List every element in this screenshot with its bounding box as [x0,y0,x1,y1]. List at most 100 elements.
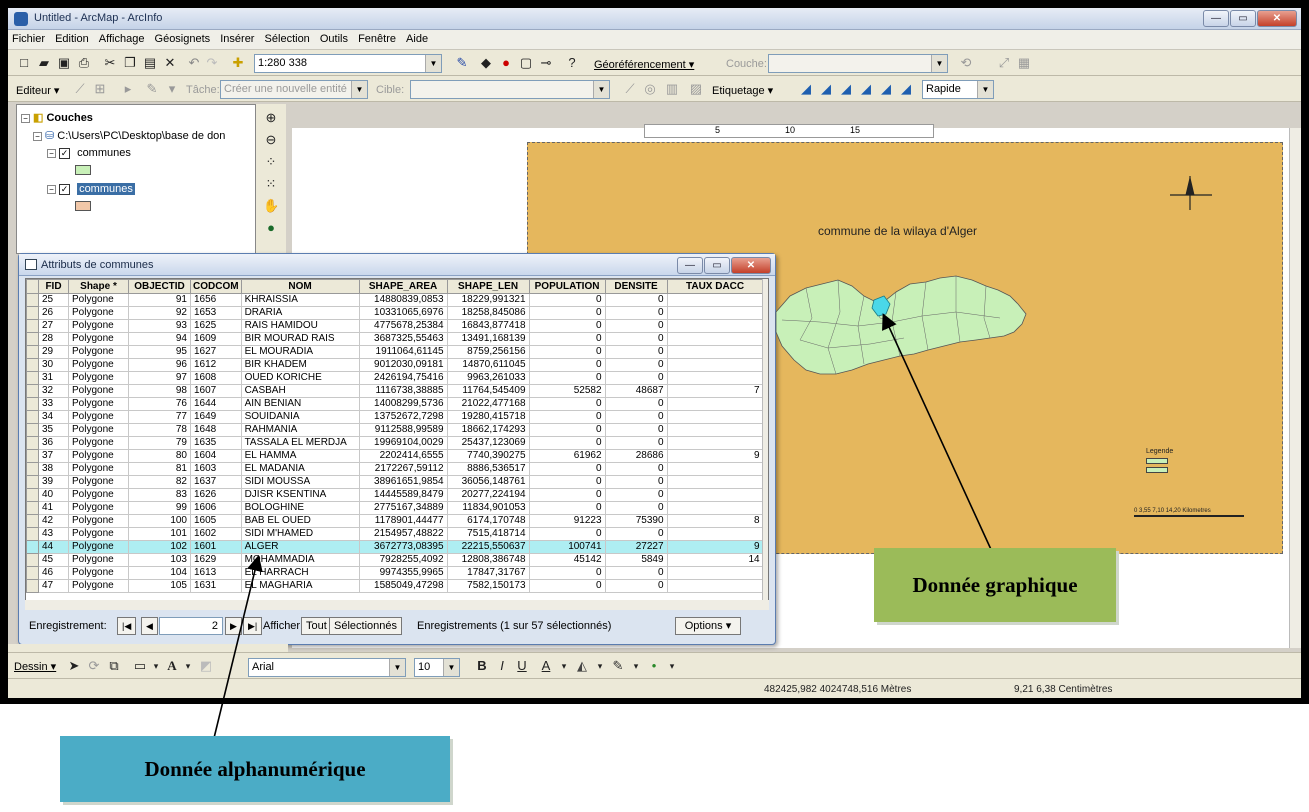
row-selector[interactable] [26,306,39,320]
table-cell[interactable]: 14 [666,553,764,567]
prev-record-button[interactable]: ◀ [141,617,158,635]
arc-toolbox-icon[interactable]: ◆ [478,55,494,71]
table-cell[interactable]: Polygone [68,345,129,359]
table-cell[interactable]: Polygone [68,449,129,463]
table-cell[interactable]: EL MADANIA [240,462,360,476]
table-cell[interactable]: 0 [604,462,668,476]
table-cell[interactable]: 18229,991321 [446,293,530,307]
table-cell[interactable]: 76 [128,397,191,411]
grid-horizontal-scrollbar[interactable] [25,600,769,610]
table-cell[interactable]: 31 [38,371,69,385]
bold-icon[interactable]: B [474,658,490,674]
table-cell[interactable]: 1648 [190,423,242,437]
table-cell[interactable]: 11834,901053 [446,501,530,515]
row-selector[interactable] [26,527,39,541]
paste-icon[interactable]: ▤ [142,55,158,71]
print-icon[interactable]: ⎙ [76,55,92,71]
table-cell[interactable]: KHRAISSIA [240,293,360,307]
close-button[interactable]: ✕ [731,257,771,274]
etiquetage-menu[interactable]: Etiquetage ▾ [712,84,773,97]
table-cell[interactable]: 39 [38,475,69,489]
table-row[interactable]: 37 Polygone 80 1604 EL HAMMA 2202414,6555 7740… [26,449,764,463]
table-cell[interactable]: 3687325,55463 [358,332,448,346]
table-cell[interactable]: 8759,256156 [446,345,530,359]
table-cell[interactable]: Polygone [68,358,129,372]
table-cell[interactable] [666,436,764,450]
column-header-10[interactable]: TAUX DACC [666,279,764,294]
catalog-icon[interactable]: ● [498,55,514,71]
edit-arrow-icon[interactable]: ▸ [120,81,136,97]
row-selector[interactable] [26,540,39,554]
table-cell[interactable]: 41 [38,501,69,515]
collapse-icon[interactable]: − [47,184,56,194]
chevron-down-icon[interactable]: ▾ [148,658,164,674]
zoom-in-icon[interactable]: ⊕ [263,110,279,126]
underline-icon[interactable]: U [514,658,530,674]
table-cell[interactable]: 1653 [190,306,242,320]
table-cell[interactable]: 1635 [190,436,242,450]
table-cell[interactable]: BOLOGHINE [240,501,360,515]
chevron-down-icon[interactable]: ▾ [556,658,572,674]
attribute-table-titlebar[interactable]: Attributs de communes — ▭ ✕ [19,254,775,276]
table-cell[interactable]: 9 [666,449,764,463]
layer2-symbol-swatch[interactable] [75,201,91,211]
model-builder-icon[interactable]: ⊸ [538,55,554,71]
show-selected-button[interactable]: Sélectionnés [329,617,402,635]
fixed-zoom-out-icon[interactable]: ⁙ [263,176,279,192]
chevron-down-icon[interactable]: ▾ [180,658,196,674]
table-row[interactable]: 28 Polygone 94 1609 BIR MOURAD RAIS 3687325,5… [26,332,764,346]
table-cell[interactable]: 1911064,61145 [358,345,448,359]
table-cell[interactable]: EL HARRACH [240,566,360,580]
table-cell[interactable]: 0 [528,475,606,489]
table-cell[interactable] [666,527,764,541]
table-cell[interactable]: 7582,150173 [446,579,530,593]
delete-icon[interactable]: ✕ [162,55,178,71]
table-cell[interactable]: 1604 [190,449,242,463]
column-header-0[interactable] [26,279,39,294]
table-row[interactable]: 43 Polygone 101 1602 SIDI M'HAMED 2154957,488… [26,527,764,541]
table-cell[interactable]: 0 [528,332,606,346]
fill-color-icon[interactable]: ◭ [574,658,590,674]
table-cell[interactable]: 20277,224194 [446,488,530,502]
table-cell[interactable]: Polygone [68,566,129,580]
label-priority-icon[interactable]: ◢ [818,81,834,97]
table-cell[interactable]: 1613 [190,566,242,580]
font-color-icon[interactable]: A [538,658,554,674]
chevron-down-icon[interactable]: ▼ [593,81,609,98]
table-cell[interactable]: 0 [604,423,668,437]
table-cell[interactable]: 1601 [190,540,242,554]
cible-combo[interactable]: ▼ [410,80,610,99]
zoom-out-icon[interactable]: ⊖ [263,132,279,148]
table-row[interactable]: 45 Polygone 103 1629 MOHAMMADIA 7928255,4092 1… [26,553,764,567]
next-record-button[interactable]: ▶ [225,617,242,635]
line-color-icon[interactable]: ✎ [610,658,626,674]
table-cell[interactable]: 99 [128,501,191,515]
menu-affichage[interactable]: Affichage [95,30,148,45]
table-cell[interactable]: Polygone [68,319,129,333]
table-cell[interactable]: 0 [604,501,668,515]
table-cell[interactable]: Polygone [68,540,129,554]
copy-icon[interactable]: ❐ [122,55,138,71]
view-unplaced-icon[interactable]: ◢ [878,81,894,97]
table-cell[interactable]: 28686 [604,449,668,463]
row-selector[interactable] [26,436,39,450]
table-cell[interactable]: DJISR KSENTINA [240,488,360,502]
open-folder-icon[interactable]: ▰ [36,55,52,71]
table-cell[interactable]: Polygone [68,436,129,450]
couche-combo[interactable]: ▼ [768,54,948,73]
table-cell[interactable]: 101 [128,527,191,541]
table-cell[interactable]: 105 [128,579,191,593]
full-extent-icon[interactable]: ● [263,220,279,236]
row-selector[interactable] [26,566,39,580]
table-cell[interactable]: 61962 [528,449,606,463]
attributes-icon[interactable]: ◎ [642,81,658,97]
georeferencing-menu[interactable]: Géoréférencement ▾ [594,58,694,71]
table-cell[interactable]: EL MAGHARIA [240,579,360,593]
table-cell[interactable] [666,358,764,372]
show-all-button[interactable]: Tout [301,617,332,635]
table-cell[interactable] [666,579,764,593]
table-cell[interactable]: 0 [604,306,668,320]
table-cell[interactable]: 1116738,38885 [358,384,448,398]
toc-data-frame[interactable]: − ⛁ C:\Users\PC\Desktop\base de don [33,129,225,142]
table-cell[interactable]: 38961651,9854 [358,475,448,489]
